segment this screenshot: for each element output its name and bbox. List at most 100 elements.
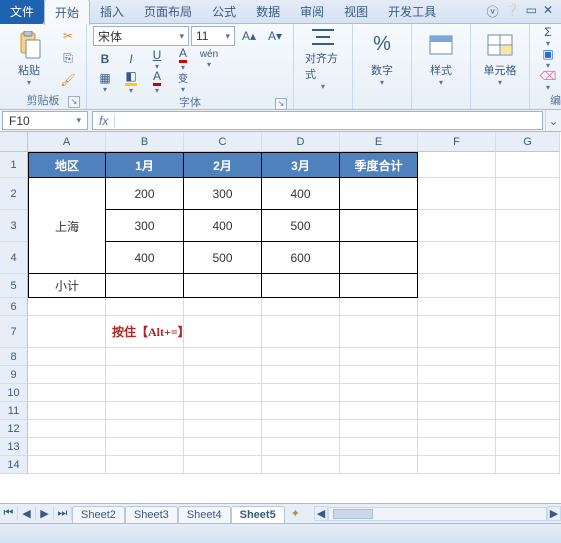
window-close-icon[interactable]: ✕	[543, 3, 553, 20]
cell[interactable]	[262, 456, 340, 474]
paste-button[interactable]: 粘贴 ▾	[6, 26, 52, 90]
cell[interactable]: 300	[106, 210, 184, 242]
cell[interactable]	[28, 178, 106, 210]
cell[interactable]: 600	[262, 242, 340, 274]
cell[interactable]: 小计	[28, 274, 106, 298]
cell[interactable]	[28, 298, 106, 316]
cell[interactable]: 400	[106, 242, 184, 274]
cell[interactable]: 400	[184, 210, 262, 242]
sheet-tab[interactable]: Sheet5	[231, 506, 285, 523]
cell[interactable]	[262, 402, 340, 420]
row-header[interactable]: 5	[0, 274, 28, 298]
row-header[interactable]: 3	[0, 210, 28, 242]
cell[interactable]	[28, 348, 106, 366]
cell[interactable]: 3月	[262, 152, 340, 178]
cell[interactable]	[184, 402, 262, 420]
row-header[interactable]: 6	[0, 298, 28, 316]
cell[interactable]: 200	[106, 178, 184, 210]
scroll-thumb[interactable]	[333, 509, 373, 519]
font-name-combo[interactable]: 宋体▾	[93, 26, 189, 46]
column-header[interactable]: C	[184, 132, 262, 152]
help-icon[interactable]: ❔	[505, 3, 520, 20]
cell[interactable]	[184, 366, 262, 384]
sheet-nav-prev[interactable]: ◀	[18, 507, 36, 520]
cell[interactable]: 2月	[184, 152, 262, 178]
cell[interactable]	[418, 384, 496, 402]
cell[interactable]	[262, 384, 340, 402]
cell[interactable]	[28, 420, 106, 438]
cell[interactable]	[340, 384, 418, 402]
row-header[interactable]: 13	[0, 438, 28, 456]
cell[interactable]: 400	[262, 178, 340, 210]
cell[interactable]	[340, 298, 418, 316]
cell[interactable]	[496, 438, 560, 456]
cells-button[interactable]: 单元格▾	[477, 26, 523, 90]
cell[interactable]	[340, 456, 418, 474]
tab-insert[interactable]: 插入	[90, 0, 134, 24]
window-options-icon[interactable]: ▭	[526, 3, 537, 20]
shrink-font-button[interactable]: A▾	[263, 26, 287, 46]
cell[interactable]	[28, 384, 106, 402]
sheet-tab[interactable]: Sheet3	[125, 506, 178, 523]
italic-button[interactable]: I	[119, 49, 143, 69]
cell[interactable]: 季度合计	[340, 152, 418, 178]
cell[interactable]	[106, 366, 184, 384]
cell[interactable]: 地区	[28, 152, 106, 178]
fx-icon[interactable]: fx	[93, 114, 115, 128]
cell[interactable]	[28, 316, 106, 348]
cell[interactable]: 500	[184, 242, 262, 274]
borders-button[interactable]: ▦▾	[93, 72, 117, 92]
clipboard-launcher-icon[interactable]: ↘	[68, 96, 80, 108]
tab-layout[interactable]: 页面布局	[134, 0, 202, 24]
row-header[interactable]: 12	[0, 420, 28, 438]
cell[interactable]: 1月	[106, 152, 184, 178]
tab-formulas[interactable]: 公式	[202, 0, 246, 24]
cell[interactable]	[28, 456, 106, 474]
cell[interactable]	[184, 316, 262, 348]
cell[interactable]	[106, 298, 184, 316]
sheet-nav-next[interactable]: ▶	[36, 507, 54, 520]
name-box[interactable]: F10▾	[2, 111, 88, 130]
cell[interactable]	[496, 366, 560, 384]
cell[interactable]	[28, 366, 106, 384]
fill-button[interactable]: ▣▾	[536, 48, 560, 68]
column-header[interactable]: D	[262, 132, 340, 152]
row-header[interactable]: 4	[0, 242, 28, 274]
grow-font-button[interactable]: A▴	[237, 26, 261, 46]
clear-button[interactable]: ⌫▾	[536, 70, 560, 90]
cell[interactable]	[496, 210, 560, 242]
cell[interactable]	[496, 316, 560, 348]
row-header[interactable]: 8	[0, 348, 28, 366]
cell[interactable]	[184, 274, 262, 298]
paste-dropdown-icon[interactable]: ▾	[27, 78, 31, 87]
row-header[interactable]: 10	[0, 384, 28, 402]
font-color2-button[interactable]: A▾	[145, 72, 169, 92]
fill-color-button[interactable]: ◧▾	[119, 72, 143, 92]
phonetic-button[interactable]: wén▾	[197, 49, 221, 69]
tab-review[interactable]: 审阅	[290, 0, 334, 24]
cell[interactable]	[418, 366, 496, 384]
cell[interactable]	[496, 384, 560, 402]
cell[interactable]	[496, 178, 560, 210]
cell[interactable]	[262, 348, 340, 366]
cell[interactable]	[184, 438, 262, 456]
row-header[interactable]: 2	[0, 178, 28, 210]
cell[interactable]	[340, 316, 418, 348]
format-painter-button[interactable]: 🖌	[56, 70, 80, 90]
tab-home[interactable]: 开始	[44, 0, 90, 25]
cell[interactable]	[496, 242, 560, 274]
sheet-nav-first[interactable]: ⏮	[0, 507, 18, 520]
cell[interactable]	[262, 366, 340, 384]
cell[interactable]	[418, 402, 496, 420]
cell[interactable]	[340, 178, 418, 210]
alignment-button[interactable]: 对齐方式▾	[300, 26, 346, 90]
font-size-combo[interactable]: 11▾	[191, 26, 235, 46]
ribbon-minimize-icon[interactable]: ⓥ	[487, 3, 499, 20]
formula-input[interactable]	[115, 114, 542, 128]
font-color-button[interactable]: A▾	[171, 49, 195, 69]
cell[interactable]	[418, 152, 496, 178]
cell[interactable]	[340, 438, 418, 456]
cell[interactable]	[340, 366, 418, 384]
number-format-button[interactable]: % 数字▾	[359, 26, 405, 90]
cell[interactable]	[418, 316, 496, 348]
